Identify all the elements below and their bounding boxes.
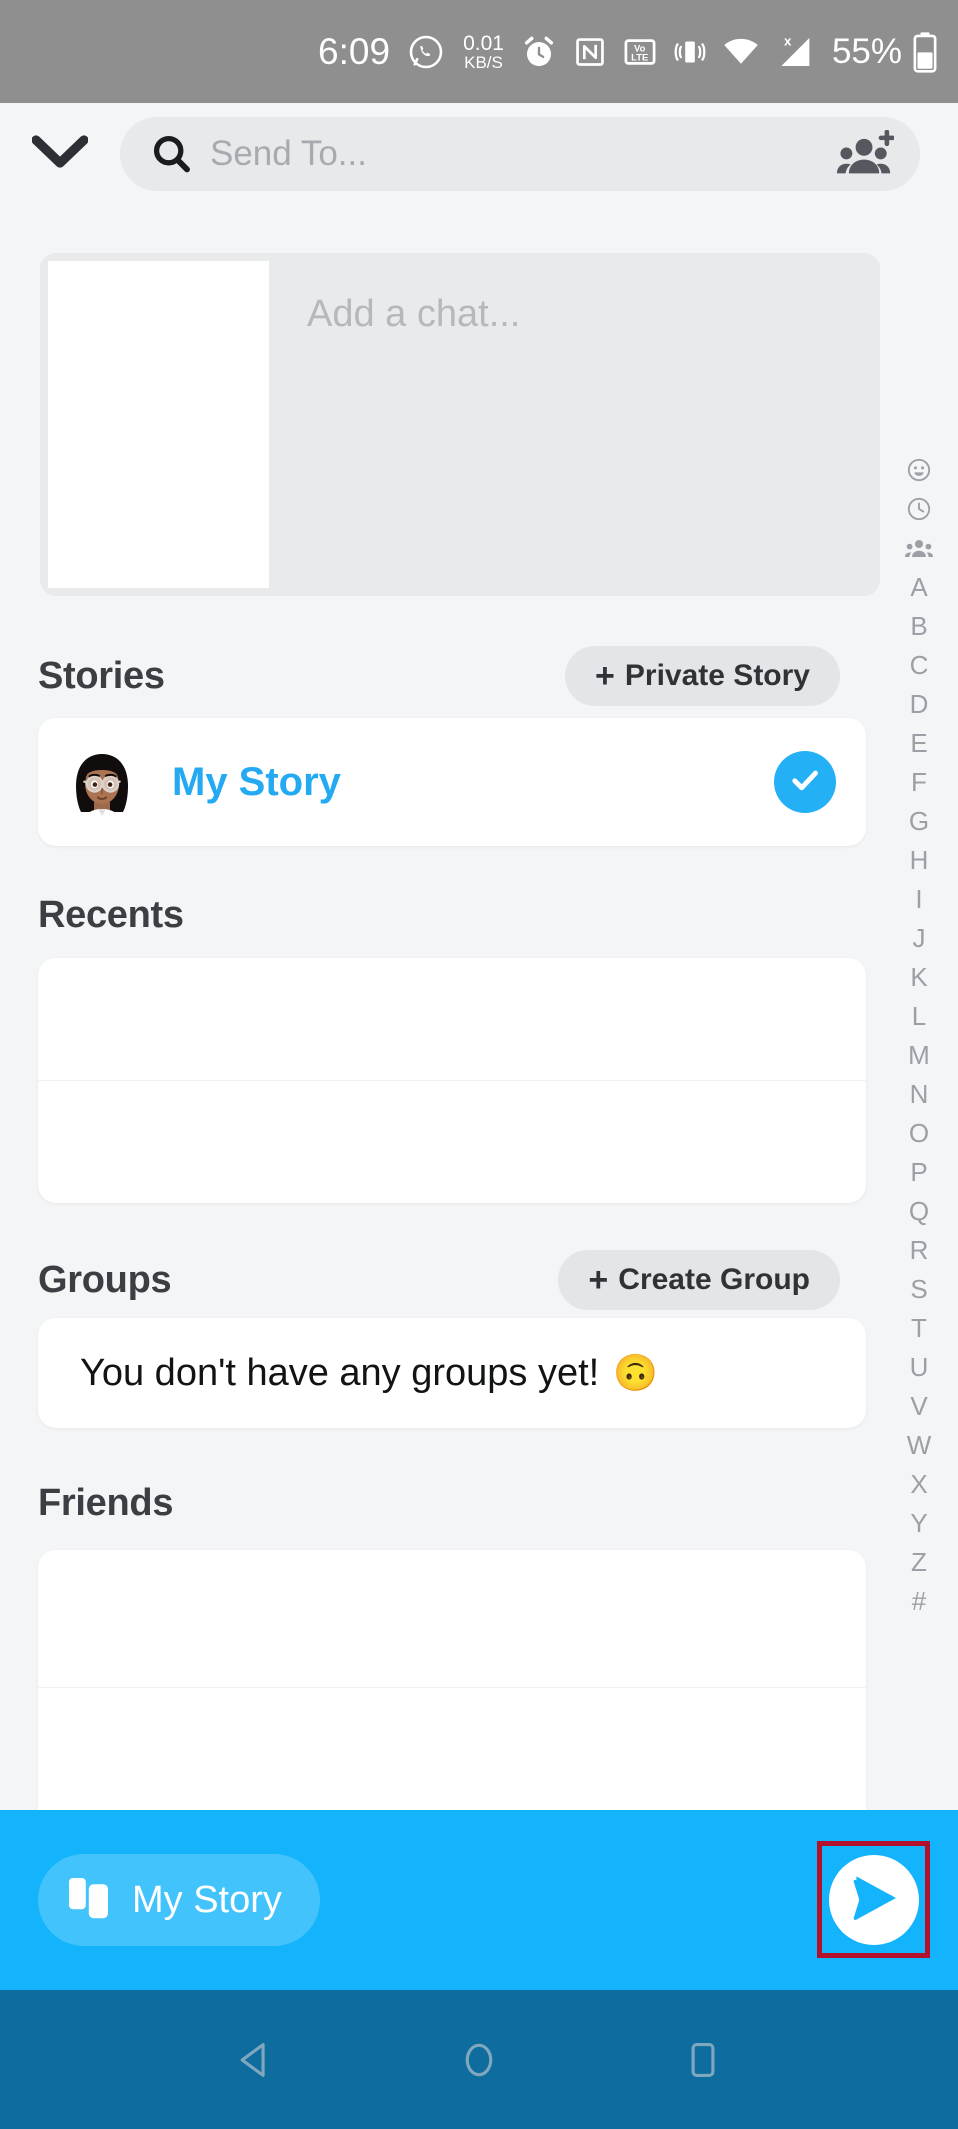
battery-percent-label: 55% [831,31,902,71]
friends-section-header: Friends [38,1472,840,1534]
send-button[interactable] [829,1855,919,1945]
data-rate-unit: KB/S [464,52,503,72]
alpha-index-letter[interactable]: N [880,1074,958,1113]
plus-icon: + [588,1261,609,1299]
nfc-icon [573,35,607,69]
groups-empty-card: You don't have any groups yet! 🙃 [38,1318,866,1428]
square-recents-icon[interactable] [681,2038,725,2082]
alpha-index-letter[interactable]: U [880,1347,958,1386]
alpha-index-letter[interactable]: O [880,1113,958,1152]
vibrate-icon [673,35,707,69]
create-group-label: Create Group [618,1263,810,1296]
recents-list-card[interactable] [38,958,866,1203]
list-divider [38,1080,866,1081]
alpha-index-letter[interactable]: X [880,1464,958,1503]
my-story-chip-label: My Story [132,1878,282,1921]
circle-home-icon[interactable] [457,2038,501,2082]
list-divider [38,1687,866,1688]
chevron-down-icon [31,134,89,174]
my-story-label: My Story [172,759,341,804]
alpha-index-letter[interactable]: E [880,723,958,762]
create-group-button[interactable]: + Create Group [558,1250,840,1310]
add-friends-icon[interactable] [836,130,894,178]
upside-down-face-emoji: 🙃 [613,1352,659,1393]
clock-icon[interactable] [880,489,958,528]
alpha-index-letter[interactable]: J [880,918,958,957]
android-navigation-bar [0,1990,958,2129]
add-a-chat-placeholder[interactable]: Add a chat... [269,253,880,596]
alpha-index-letter[interactable]: R [880,1230,958,1269]
private-story-label: Private Story [624,659,810,692]
svg-text:LTE: LTE [631,52,648,63]
groups-empty-text: You don't have any groups yet! [80,1351,600,1394]
battery-icon [912,31,938,73]
check-icon [787,762,823,803]
recents-title: Recents [38,893,184,936]
alpha-index-letter[interactable]: A [880,567,958,606]
status-bar: 6:09 0.01 KB/S Vo LTE x 55% [0,0,958,103]
groups-title: Groups [38,1258,172,1301]
alpha-index-letter[interactable]: C [880,645,958,684]
alpha-index-letter[interactable]: H [880,840,958,879]
search-input[interactable] [210,134,836,174]
alpha-index-letter[interactable]: M [880,1035,958,1074]
group-icon[interactable] [880,528,958,567]
bitmoji-smiley-icon[interactable] [880,450,958,489]
whatsapp-icon [408,34,444,70]
send-arrow-icon [846,1872,902,1929]
wifi-icon [722,33,760,71]
my-story-chip[interactable]: My Story [38,1854,320,1946]
alpha-index-letter[interactable]: B [880,606,958,645]
alpha-index-letter[interactable]: W [880,1425,958,1464]
story-cards-icon [68,1875,112,1926]
recents-section-header: Recents [38,885,840,945]
alpha-index-letter[interactable]: Z [880,1542,958,1581]
alpha-index-letter[interactable]: # [880,1581,958,1620]
alpha-index-letter[interactable]: T [880,1308,958,1347]
private-story-button[interactable]: + Private Story [565,646,840,706]
data-rate-indicator: 0.01 KB/S [463,33,504,71]
collapse-button[interactable] [0,103,120,205]
snap-preview-thumbnail [48,261,269,588]
alpha-index-letter[interactable]: Q [880,1191,958,1230]
send-action-bar: My Story [0,1810,958,1990]
volte-icon: Vo LTE [622,34,658,70]
search-bar[interactable] [120,117,920,191]
alpha-index-letter[interactable]: D [880,684,958,723]
stories-section-header: Stories + Private Story [38,641,840,711]
bitmoji-avatar [60,740,144,824]
snap-preview-card[interactable]: Add a chat... [40,253,880,596]
groups-section-header: Groups + Create Group [38,1245,840,1315]
alpha-index-letter[interactable]: I [880,879,958,918]
plus-icon: + [595,657,615,695]
alpha-index-letter[interactable]: Y [880,1503,958,1542]
send-button-wrapper [817,1841,930,1958]
my-story-row[interactable]: My Story [38,718,866,846]
search-icon [150,132,194,176]
svg-text:x: x [784,33,792,48]
friends-title: Friends [38,1481,174,1524]
alpha-index-letter[interactable]: F [880,762,958,801]
stories-title: Stories [38,654,165,697]
status-bar-clock: 6:09 [318,31,391,72]
send-to-header [0,103,958,205]
alpha-index-letter[interactable]: S [880,1269,958,1308]
alpha-index-letter[interactable]: V [880,1386,958,1425]
alarm-clock-icon [520,33,558,71]
alpha-index-letter[interactable]: P [880,1152,958,1191]
alphabet-scrub-index[interactable]: A B C D E F G H I J K L M N O P Q R S T … [880,450,958,1620]
triangle-back-icon[interactable] [233,2038,277,2082]
data-rate-value: 0.01 [463,31,504,55]
no-signal-icon: x [775,32,815,72]
my-story-selected-checkbox[interactable] [774,751,836,813]
friends-list-card[interactable] [38,1550,866,1854]
phone-screen: 6:09 0.01 KB/S Vo LTE x 55% Send To... A… [0,0,958,2129]
alpha-index-letter[interactable]: L [880,996,958,1035]
alpha-index-letter[interactable]: G [880,801,958,840]
alpha-index-letter[interactable]: K [880,957,958,996]
